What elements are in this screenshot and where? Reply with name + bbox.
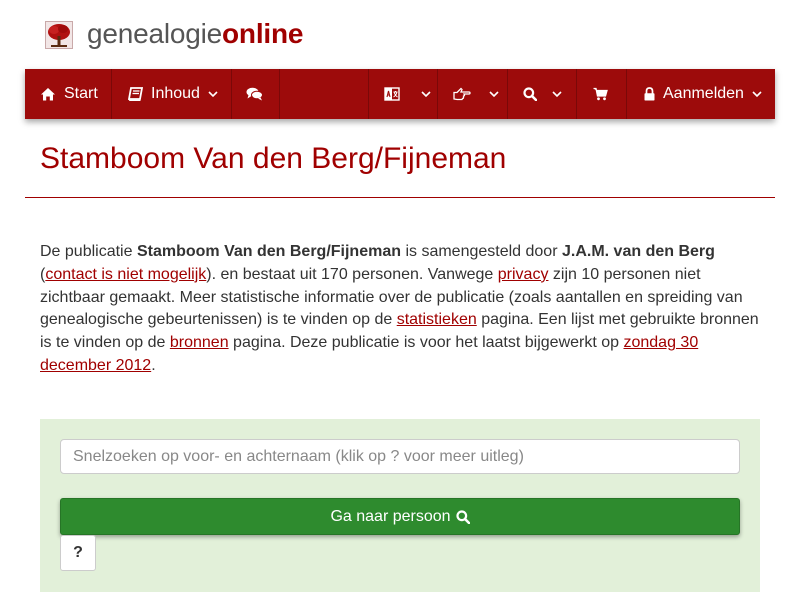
nav-inhoud-label: Inhoud [151, 85, 200, 102]
intro-text: De publicatie [40, 243, 137, 260]
shopping-cart-icon [593, 87, 608, 101]
lock-icon [644, 87, 655, 101]
book-icon [128, 87, 143, 101]
publication-name: Stamboom Van den Berg/Fijneman [136, 243, 401, 260]
nav-divider [507, 69, 508, 119]
nav-share[interactable] [453, 69, 499, 119]
comments-icon [246, 87, 263, 101]
intro-text: pagina. Deze publicatie is voor het laat… [228, 334, 624, 352]
quick-search-input[interactable] [60, 439, 740, 474]
privacy-link[interactable]: privacy [498, 266, 549, 283]
sources-link[interactable]: bronnen [170, 334, 229, 351]
contact-link[interactable]: contact is niet mogelijk [45, 266, 206, 283]
nav-start-label: Start [64, 85, 98, 102]
nav-cart[interactable] [593, 69, 608, 119]
chevron-down-icon [489, 90, 499, 97]
nav-start[interactable]: Start [40, 69, 98, 119]
nav-divider [279, 69, 280, 119]
nav-language[interactable] [384, 69, 431, 119]
nav-login-label: Aanmelden [663, 85, 744, 102]
page-title: Stamboom Van den Berg/Fijneman [40, 142, 507, 175]
search-help-button[interactable]: ? [60, 535, 96, 571]
home-icon [41, 88, 55, 101]
statistics-link[interactable]: statistieken [397, 311, 477, 328]
chevron-down-icon [752, 90, 762, 97]
main-navbar: Start Inhoud Aanmelden [25, 69, 775, 119]
tree-icon[interactable] [45, 21, 73, 49]
site-header: genealogieonline [0, 0, 800, 69]
nav-divider [111, 69, 112, 119]
go-to-person-button[interactable]: Ga naar persoon [60, 498, 740, 535]
nav-forum[interactable] [246, 69, 263, 119]
logo-text-part1: genealogie [87, 18, 223, 49]
nav-search[interactable] [523, 69, 562, 119]
quick-search-panel: Ga naar persoon ? [40, 419, 760, 592]
search-icon [455, 509, 470, 524]
nav-divider [368, 69, 369, 119]
chevron-down-icon [208, 90, 218, 97]
nav-inhoud[interactable]: Inhoud [128, 69, 218, 119]
chevron-down-icon [421, 90, 431, 97]
nav-divider [626, 69, 627, 119]
intro-text: . [151, 356, 156, 374]
go-to-person-label: Ga naar persoon [330, 507, 451, 525]
chevron-down-icon [552, 90, 562, 97]
intro-text: is samengesteld door [401, 243, 562, 260]
title-divider [25, 197, 775, 198]
search-icon [523, 87, 537, 101]
nav-login[interactable]: Aanmelden [644, 69, 762, 119]
intro-text: ). en bestaat uit 170 personen. Vanwege [206, 265, 498, 283]
nav-divider [231, 69, 232, 119]
author-name: J.A.M. van den Berg [561, 243, 715, 260]
language-icon [384, 87, 400, 101]
publication-intro: De publicatie Stamboom Van den Berg/Fijn… [40, 241, 762, 378]
logo-text-part2: online [222, 18, 304, 49]
site-logo[interactable]: genealogieonline [87, 17, 303, 51]
nav-divider [437, 69, 438, 119]
nav-divider [576, 69, 577, 119]
hand-point-right-icon [453, 87, 471, 101]
